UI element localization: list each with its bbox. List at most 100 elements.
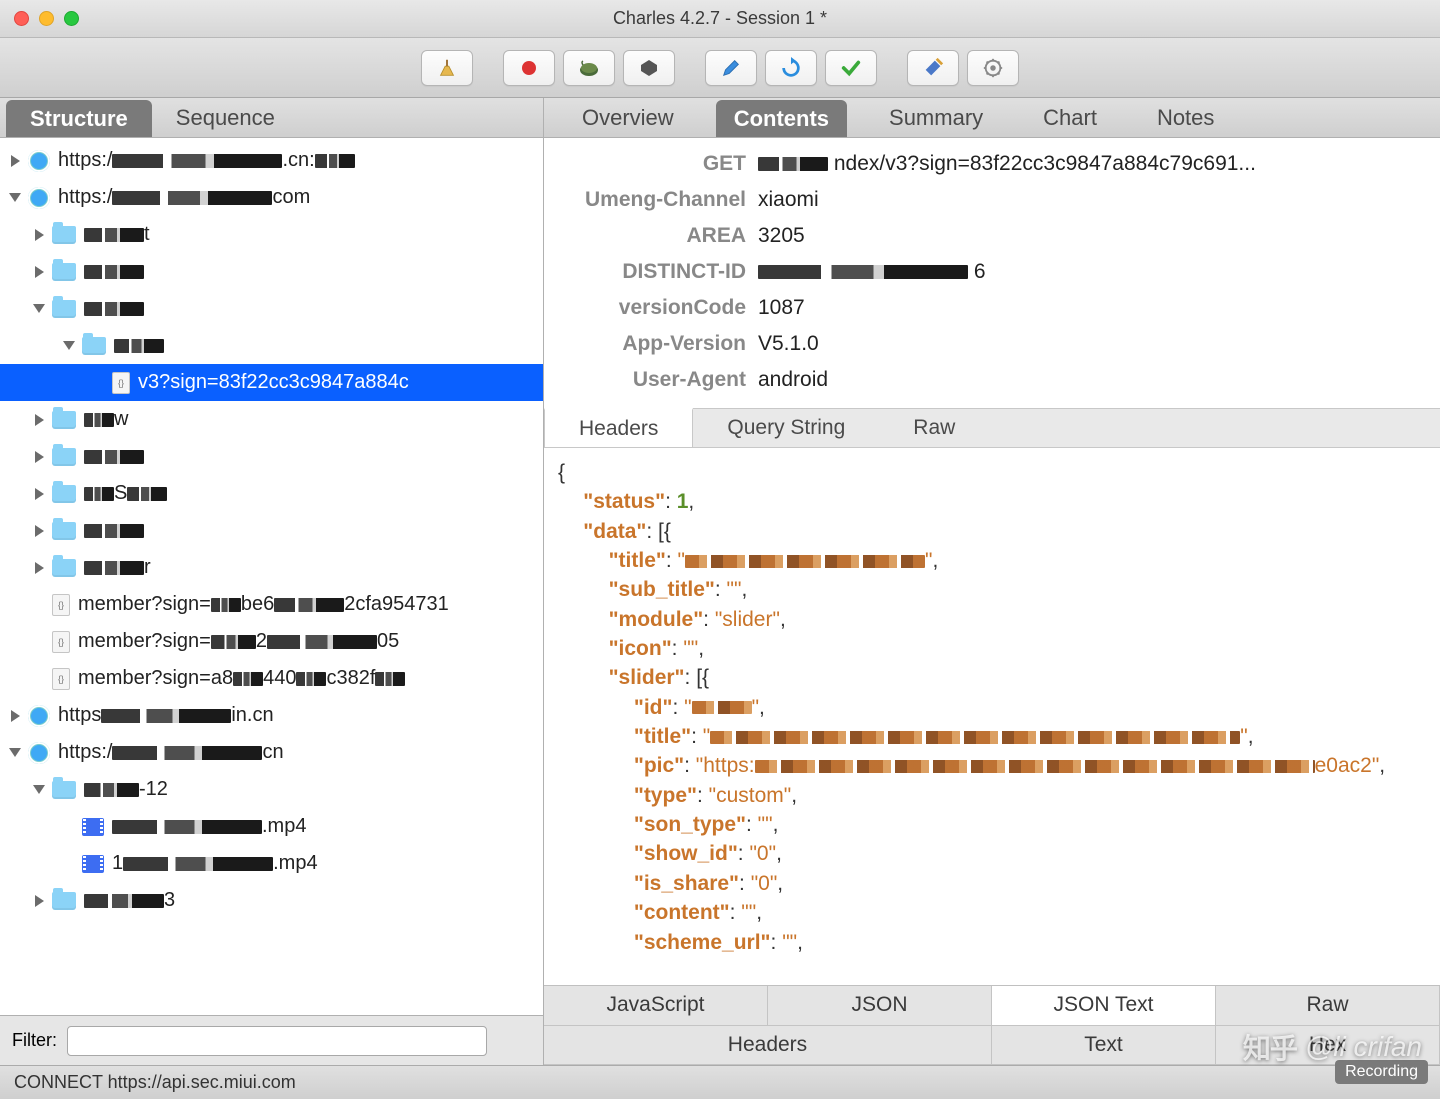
tree-row[interactable]	[0, 512, 543, 549]
folder-icon	[52, 226, 76, 244]
tree-item-label: https:/com	[58, 186, 310, 209]
tree-row[interactable]: r	[0, 549, 543, 586]
disclosure-icon	[90, 374, 108, 392]
tab-raw-request[interactable]: Raw	[879, 409, 989, 447]
clear-session-button[interactable]	[421, 50, 473, 86]
disclosure-icon	[30, 670, 48, 688]
folder-icon	[52, 485, 76, 503]
disclosure-icon[interactable]	[30, 781, 48, 799]
tree-item-label: 3	[84, 889, 175, 912]
folder-icon	[52, 781, 76, 799]
tab-headers[interactable]: Headers	[544, 408, 693, 447]
tree-item-label: v3?sign=83f22cc3c9847a884c	[138, 371, 409, 394]
tab-notes[interactable]: Notes	[1139, 98, 1232, 137]
disclosure-icon[interactable]	[6, 152, 24, 170]
tree-row[interactable]: {}member?sign=be62cfa954731	[0, 586, 543, 623]
disclosure-icon[interactable]	[6, 189, 24, 207]
throttle-button[interactable]	[563, 50, 615, 86]
disclosure-icon	[60, 818, 78, 836]
tree-row[interactable]: https:/com	[0, 179, 543, 216]
disclosure-icon	[30, 596, 48, 614]
toolbar	[0, 38, 1440, 98]
session-tree[interactable]: https:/.cn: https:/com t {} v3?sign=83f22cc3…	[0, 138, 543, 1015]
tab-json[interactable]: JSON	[768, 986, 992, 1026]
header-row: GET ndex/v3?sign=83f22cc3c9847a884c79c69…	[556, 146, 1428, 182]
status-bar: CONNECT https://api.sec.miui.com Recordi…	[0, 1065, 1440, 1099]
tree-row[interactable]: 1.mp4	[0, 845, 543, 882]
tree-row[interactable]	[0, 438, 543, 475]
tree-item-label: 1.mp4	[112, 852, 318, 875]
tree-row[interactable]: .mp4	[0, 808, 543, 845]
header-key: Umeng-Channel	[556, 188, 746, 212]
disclosure-icon[interactable]	[30, 892, 48, 910]
breakpoints-button[interactable]	[623, 50, 675, 86]
disclosure-icon[interactable]	[30, 485, 48, 503]
tab-overview[interactable]: Overview	[564, 98, 692, 137]
tools-button[interactable]	[907, 50, 959, 86]
tree-row[interactable]: {}member?sign=205	[0, 623, 543, 660]
record-button[interactable]	[503, 50, 555, 86]
header-value: ndex/v3?sign=83f22cc3c9847a884c79c691...	[758, 152, 1428, 176]
tree-item-label: https:/cn	[58, 741, 284, 764]
doc-icon: {}	[112, 372, 130, 394]
maximize-button[interactable]	[64, 11, 79, 26]
tree-row[interactable]: https:/cn	[0, 734, 543, 771]
tab-structure[interactable]: Structure	[6, 100, 152, 137]
tree-row[interactable]: S	[0, 475, 543, 512]
tab-text[interactable]: Text	[992, 1026, 1216, 1066]
close-button[interactable]	[14, 11, 29, 26]
disclosure-icon[interactable]	[6, 744, 24, 762]
filter-input[interactable]	[67, 1026, 487, 1056]
response-body-json[interactable]: { "status": 1, "data": [{ "title": "", "…	[544, 448, 1440, 985]
header-key: App-Version	[556, 332, 746, 356]
disclosure-icon[interactable]	[6, 707, 24, 725]
tab-sequence[interactable]: Sequence	[152, 98, 299, 137]
repeat-button[interactable]	[765, 50, 817, 86]
tree-row[interactable]: {}member?sign=a8440c382f	[0, 660, 543, 697]
header-row: AREA3205	[556, 218, 1428, 254]
disclosure-icon[interactable]	[30, 559, 48, 577]
left-pane: Structure Sequence https:/.cn: https:/com…	[0, 98, 544, 1065]
response-view-tabs: JavaScript JSON JSON Text Raw Headers Te…	[544, 985, 1440, 1065]
header-key: DISTINCT-ID	[556, 260, 746, 284]
globe-icon	[28, 742, 50, 764]
disclosure-icon[interactable]	[30, 411, 48, 429]
tree-row[interactable]	[0, 253, 543, 290]
tab-raw-response[interactable]: Raw	[1216, 986, 1440, 1026]
disclosure-icon[interactable]	[30, 263, 48, 281]
tab-response-headers[interactable]: Headers	[544, 1026, 992, 1066]
tab-summary[interactable]: Summary	[871, 98, 1001, 137]
tree-item-label	[114, 334, 164, 357]
tree-item-label: S	[84, 482, 167, 505]
tab-json-text[interactable]: JSON Text	[992, 986, 1216, 1026]
header-value: V5.1.0	[758, 332, 1428, 356]
disclosure-icon[interactable]	[30, 300, 48, 318]
tree-row[interactable]: t	[0, 216, 543, 253]
tree-row[interactable]: 3	[0, 882, 543, 919]
tab-contents[interactable]: Contents	[716, 100, 847, 137]
tree-row[interactable]: httpsin.cn	[0, 697, 543, 734]
tab-chart[interactable]: Chart	[1025, 98, 1115, 137]
tree-item-label: member?sign=a8440c382f	[78, 667, 405, 690]
disclosure-icon[interactable]	[30, 522, 48, 540]
tree-row[interactable]	[0, 290, 543, 327]
tree-row[interactable]: {} v3?sign=83f22cc3c9847a884c	[0, 364, 543, 401]
validate-button[interactable]	[825, 50, 877, 86]
disclosure-icon[interactable]	[60, 337, 78, 355]
tree-row[interactable]: w	[0, 401, 543, 438]
tree-row[interactable]: https:/.cn:	[0, 142, 543, 179]
tree-item-label	[84, 445, 144, 468]
header-value: xiaomi	[758, 188, 1428, 212]
header-row: DISTINCT-ID 6	[556, 254, 1428, 290]
detail-tabs: Overview Contents Summary Chart Notes	[544, 98, 1440, 138]
compose-button[interactable]	[705, 50, 757, 86]
tab-javascript[interactable]: JavaScript	[544, 986, 768, 1026]
disclosure-icon[interactable]	[30, 448, 48, 466]
tab-query-string[interactable]: Query String	[693, 409, 879, 447]
disclosure-icon[interactable]	[30, 226, 48, 244]
tree-row[interactable]: -12	[0, 771, 543, 808]
settings-button[interactable]	[967, 50, 1019, 86]
minimize-button[interactable]	[39, 11, 54, 26]
request-view-tabs: Headers Query String Raw	[544, 408, 1440, 448]
tree-row[interactable]	[0, 327, 543, 364]
